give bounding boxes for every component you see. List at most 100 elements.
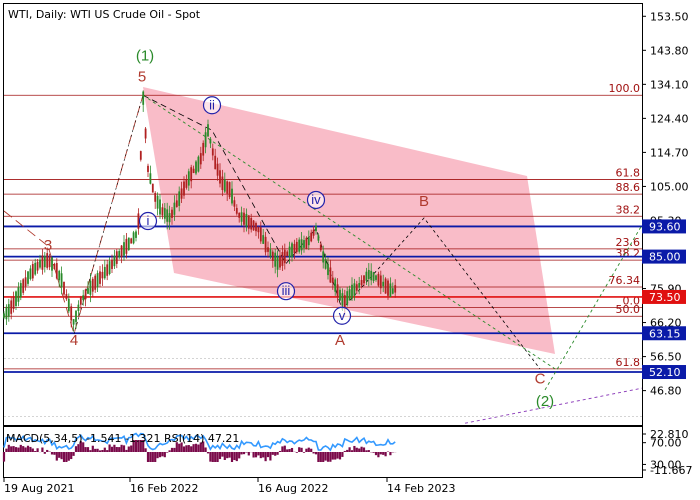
candle-body: [219, 170, 221, 184]
candle-body: [171, 209, 173, 218]
candle-body: [240, 212, 243, 222]
candle-body: [156, 195, 159, 209]
candle-body: [387, 280, 389, 296]
candle-body: [243, 212, 245, 225]
candle-body: [257, 226, 260, 233]
wave-label: i: [147, 213, 150, 228]
candle-body: [36, 261, 39, 271]
candle-body: [29, 268, 32, 279]
price-level-value: 73.50: [649, 291, 681, 304]
candle-body: [180, 188, 183, 199]
wave-label: 3: [44, 237, 52, 254]
price-level-value: 93.60: [649, 220, 681, 233]
price-level-value: 52.10: [649, 366, 681, 379]
candle-body: [168, 213, 171, 223]
wave-label: (1): [136, 48, 154, 65]
time-tick-label: 16 Feb 2022: [130, 482, 198, 495]
price-tick-label: 143.80: [650, 44, 689, 57]
candle-body: [269, 249, 272, 257]
candle-body: [111, 259, 113, 269]
candle-body: [130, 238, 133, 244]
candle-body: [163, 208, 166, 219]
wave-label: ii: [209, 97, 215, 112]
candle-body: [125, 238, 128, 254]
candle-body: [276, 256, 279, 270]
candle-body: [214, 155, 217, 170]
price-level-value: 85.00: [649, 251, 681, 264]
candle-body: [127, 237, 130, 250]
fib-level-label: 61.8: [616, 356, 641, 369]
candle-body: [384, 278, 387, 294]
candle-body: [10, 300, 13, 314]
candle-body: [307, 237, 310, 246]
candle-body: [113, 255, 116, 267]
price-tick-label: 134.10: [650, 78, 689, 91]
candle-body: [382, 281, 385, 287]
candle-body: [101, 271, 104, 279]
fib-level-label: 38.2: [616, 203, 641, 216]
candle-body: [82, 295, 85, 301]
candle-body: [329, 267, 332, 283]
candle-body: [144, 128, 147, 139]
candle-body: [259, 227, 262, 242]
candle-body: [343, 295, 346, 308]
candle-body: [22, 279, 25, 293]
candle-body: [202, 142, 205, 156]
candle-body: [267, 247, 269, 252]
candle-body: [312, 229, 315, 236]
candle-body: [394, 285, 397, 293]
candle-body: [108, 261, 111, 274]
price-tick-label: 114.70: [650, 146, 689, 159]
candle-body: [34, 262, 37, 275]
candle-body: [264, 236, 267, 253]
fib-level-label: 88.6: [616, 181, 641, 194]
candle-body: [99, 271, 101, 284]
candle-body: [139, 151, 142, 160]
indicator-title: MACD(5,34,5) -1.541 -1.321 RSI(14) 47.21: [6, 432, 239, 445]
candle-body: [351, 284, 353, 299]
candle-body: [195, 161, 197, 174]
candle-body: [147, 165, 149, 172]
candle-body: [231, 188, 233, 204]
candle-body: [211, 148, 214, 156]
candle-body: [58, 270, 61, 281]
candle-body: [65, 294, 68, 300]
candle-body: [41, 255, 44, 270]
candle-body: [63, 281, 65, 295]
candle-body: [166, 209, 169, 222]
candle-body: [262, 235, 265, 244]
candle-body: [279, 255, 281, 268]
candle-body: [334, 279, 337, 292]
candle-body: [310, 232, 313, 242]
candle-body: [15, 291, 17, 306]
candle-body: [12, 296, 15, 309]
candle-body: [19, 283, 22, 298]
price-tick-label: 124.40: [650, 112, 689, 125]
candle-body: [199, 153, 202, 165]
candle-body: [207, 124, 209, 137]
candle-body: [370, 270, 373, 281]
candle-body: [283, 249, 286, 264]
candle-body: [331, 277, 334, 283]
candle-body: [317, 235, 320, 241]
candle-body: [336, 284, 339, 298]
candle-body: [159, 199, 161, 215]
candle-body: [46, 253, 49, 268]
candle-body: [48, 256, 51, 268]
fib-level-label: 76.34: [609, 274, 641, 287]
candle-body: [5, 306, 8, 320]
candle-body: [190, 167, 193, 182]
price-level-value: 63.15: [649, 327, 681, 340]
candle-body: [271, 251, 274, 262]
candle-body: [106, 264, 109, 276]
candle-body: [209, 138, 212, 144]
candle-body: [286, 251, 289, 257]
candle-body: [89, 280, 92, 295]
candle-body: [132, 232, 135, 244]
time-tick-label: 19 Aug 2021: [4, 482, 74, 495]
candle-body: [365, 271, 368, 281]
candle-body: [39, 259, 41, 268]
candle-body: [223, 179, 226, 192]
candle-body: [341, 293, 344, 306]
candle-body: [96, 273, 99, 288]
